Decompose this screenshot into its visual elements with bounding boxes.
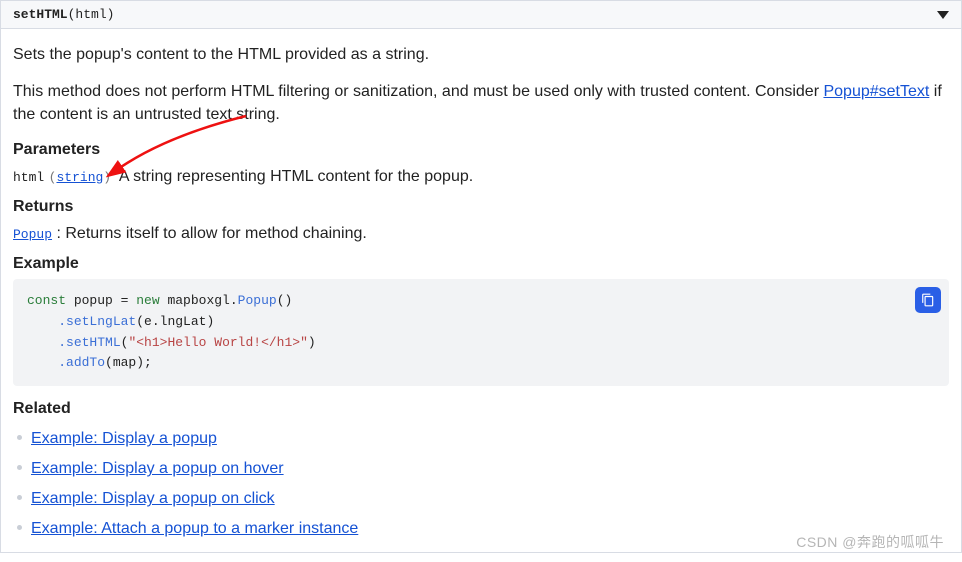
param-type: (string): [49, 170, 119, 185]
returns-row: Popup : Returns itself to allow for meth…: [13, 222, 949, 245]
list-item: Example: Display a popup on click: [13, 484, 949, 514]
doc-body: Sets the popup's content to the HTML pro…: [0, 29, 962, 553]
section-related: Related: [13, 400, 949, 418]
section-returns: Returns: [13, 198, 949, 216]
section-example: Example: [13, 255, 949, 273]
copy-code-button[interactable]: [915, 287, 941, 313]
method-arg: html: [75, 7, 106, 22]
parameter-row: html (string) A string representing HTML…: [13, 165, 949, 188]
param-name: html: [13, 170, 44, 185]
method-signature-header[interactable]: setHTML(html): [0, 0, 962, 29]
returns-desc: : Returns itself to allow for method cha…: [56, 225, 366, 242]
param-desc: A string representing HTML content for t…: [119, 168, 473, 185]
method-signature: setHTML(html): [13, 7, 114, 22]
chevron-down-icon: [937, 11, 949, 19]
clipboard-icon: [921, 293, 935, 307]
link-param-type[interactable]: string: [56, 170, 103, 185]
link-popup-settext[interactable]: Popup#setText: [823, 83, 929, 100]
list-item: Example: Display a popup on hover: [13, 454, 949, 484]
related-link[interactable]: Example: Display a popup: [31, 430, 217, 447]
section-parameters: Parameters: [13, 141, 949, 159]
description-warning: This method does not perform HTML filter…: [13, 80, 949, 126]
description-intro: Sets the popup's content to the HTML pro…: [13, 43, 949, 66]
related-link[interactable]: Example: Attach a popup to a marker inst…: [31, 520, 358, 537]
method-name: setHTML: [13, 7, 68, 22]
related-link[interactable]: Example: Display a popup on hover: [31, 460, 284, 477]
link-return-type[interactable]: Popup: [13, 227, 52, 242]
related-list: Example: Display a popup Example: Displa…: [13, 424, 949, 544]
list-item: Example: Display a popup: [13, 424, 949, 454]
code-example: const popup = new mapboxgl.Popup() .setL…: [13, 279, 949, 386]
related-link[interactable]: Example: Display a popup on click: [31, 490, 275, 507]
list-item: Example: Attach a popup to a marker inst…: [13, 514, 949, 544]
